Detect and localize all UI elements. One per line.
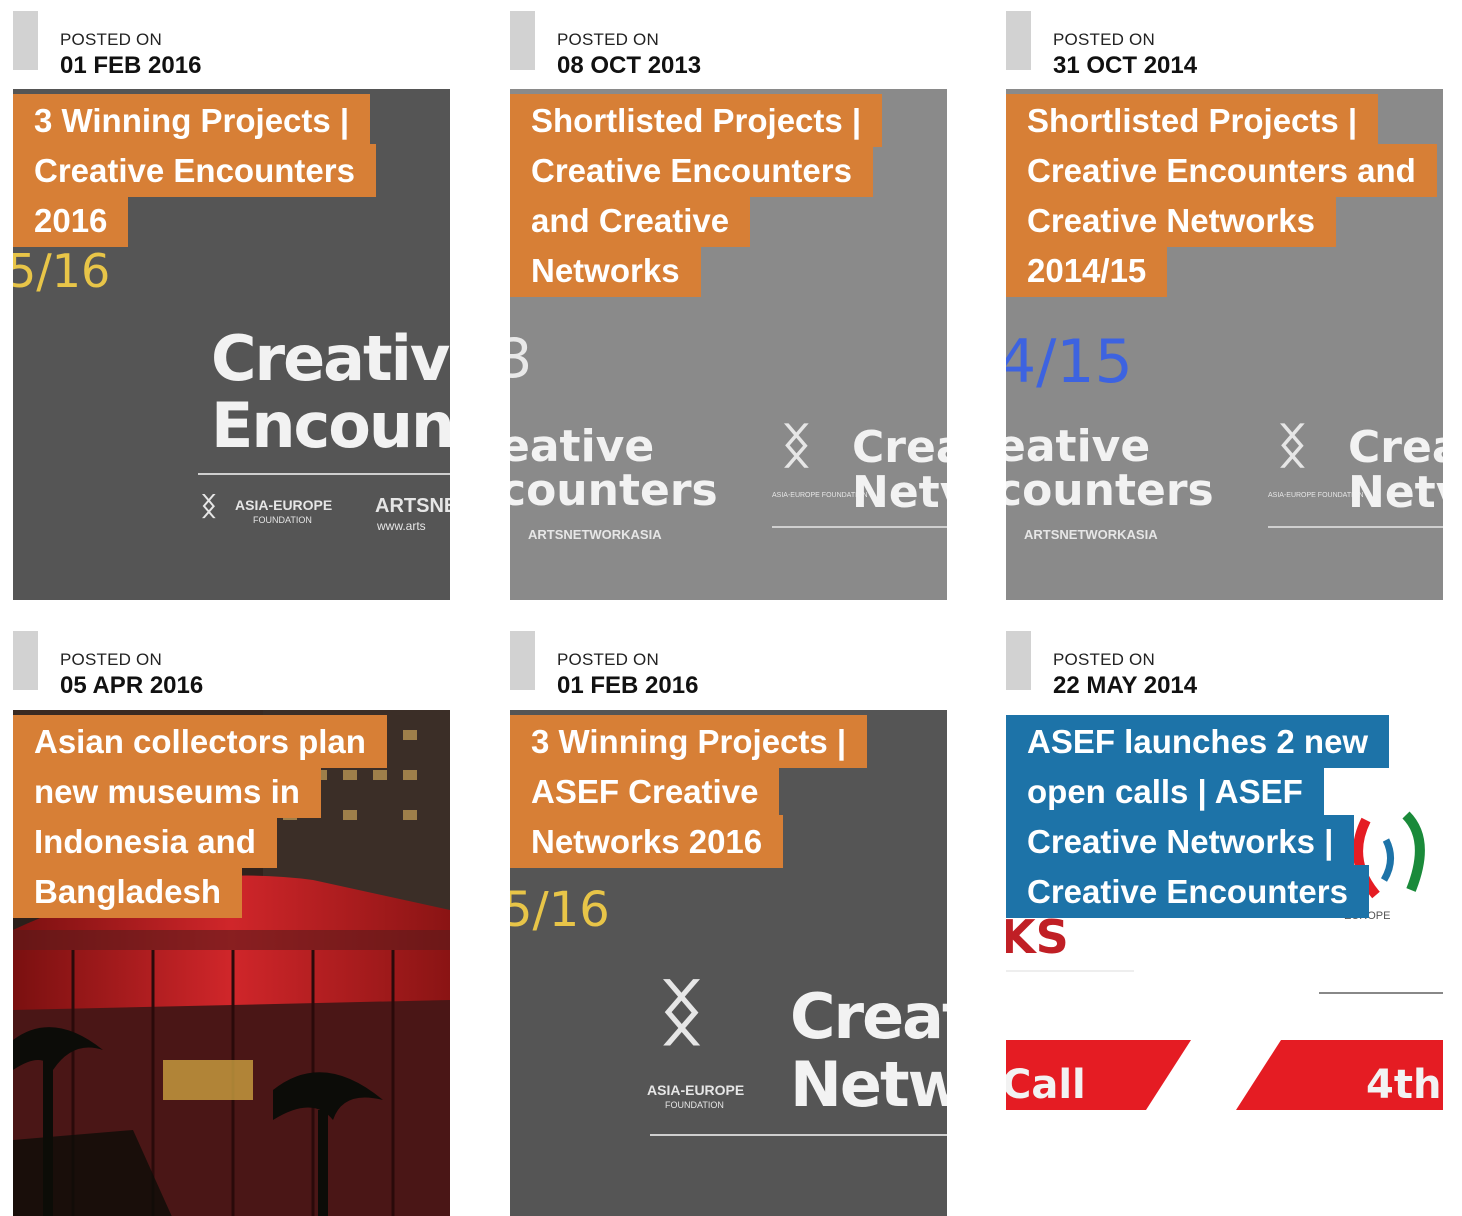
post-card[interactable]: POSTED ON 31 OCT 2014 4/15 eative counte… bbox=[1006, 11, 1443, 600]
art-year-fragment: 5/16 bbox=[510, 882, 610, 938]
posted-on-block: POSTED ON 05 APR 2016 bbox=[13, 631, 450, 699]
post-title-text[interactable]: 3 Winning Projects | Creative Encounters… bbox=[13, 94, 376, 247]
art-divider bbox=[1006, 970, 1134, 972]
posted-on-label: POSTED ON bbox=[557, 650, 659, 669]
art-title-line1: Creative bbox=[211, 322, 450, 395]
asef-logo-icon: ᛝ bbox=[782, 420, 811, 473]
posted-on-label: POSTED ON bbox=[60, 650, 162, 669]
posted-on-block: POSTED ON 01 FEB 2016 bbox=[13, 11, 450, 79]
post-thumbnail[interactable]: KS Call 4th EUROPE ASEF launches 2 new o… bbox=[1006, 710, 1443, 1216]
art-right-line2: Netv bbox=[1348, 467, 1443, 518]
posted-on-block: POSTED ON 31 OCT 2014 bbox=[1006, 11, 1443, 79]
date-accent-bar bbox=[510, 631, 535, 690]
post-title-text[interactable]: Asian collectors plan new museums in Ind… bbox=[13, 715, 387, 918]
art-fragment-call: Call bbox=[1006, 1062, 1086, 1108]
post-title[interactable]: ASEF launches 2 new open calls | ASEF Cr… bbox=[1006, 715, 1390, 918]
post-date: 22 MAY 2014 bbox=[1053, 672, 1198, 699]
art-title-line2: counters bbox=[510, 465, 718, 516]
art-right-line1: Crea bbox=[1348, 422, 1443, 473]
post-title[interactable]: 3 Winning Projects | ASEF Creative Netwo… bbox=[510, 715, 880, 868]
date-accent-bar bbox=[1006, 631, 1031, 690]
asef-logo-text: ASIA-EUROPE bbox=[647, 1082, 745, 1098]
posted-on-label: POSTED ON bbox=[557, 30, 659, 49]
art-year-fragment: 3 bbox=[510, 327, 533, 390]
art-divider bbox=[1319, 992, 1443, 994]
post-title[interactable]: 3 Winning Projects | Creative Encounters… bbox=[13, 94, 393, 247]
art-title-line1: Creat bbox=[790, 980, 947, 1053]
post-thumbnail[interactable]: 3 eative counters ARTSNETWORKASIA ᛝ ASIA… bbox=[510, 89, 947, 600]
partner-url: www.arts bbox=[377, 519, 426, 533]
date-accent-bar bbox=[13, 11, 38, 70]
art-fragment-4th: 4th bbox=[1366, 1062, 1442, 1108]
art-year-fragment: 4/15 bbox=[1006, 327, 1133, 397]
asef-logo-sub: FOUNDATION bbox=[665, 1100, 724, 1110]
post-title[interactable]: Shortlisted Projects | Creative Encounte… bbox=[1006, 94, 1437, 297]
post-thumbnail[interactable]: Asian collectors plan new museums in Ind… bbox=[13, 710, 450, 1216]
post-date: 01 FEB 2016 bbox=[60, 52, 202, 79]
post-title-text[interactable]: 3 Winning Projects | ASEF Creative Netwo… bbox=[510, 715, 868, 868]
asef-logo-icon: ᛝ bbox=[201, 491, 217, 521]
posted-on-label: POSTED ON bbox=[60, 30, 162, 49]
asef-logo-text: ASIA-EUROPE bbox=[235, 497, 333, 513]
asef-logo-icon: ᛝ bbox=[1278, 420, 1307, 473]
post-thumbnail[interactable]: 5/16 ᛝ ASIA-EUROPE FOUNDATION Creat Netw… bbox=[510, 710, 947, 1216]
posted-on-block: POSTED ON 22 MAY 2014 bbox=[1006, 631, 1443, 699]
post-card[interactable]: POSTED ON 01 FEB 2016 5/16 ᛝ ASIA-EUROPE… bbox=[510, 631, 947, 1216]
post-card[interactable]: POSTED ON 08 OCT 2013 3 eative counters … bbox=[510, 11, 947, 600]
post-title-text[interactable]: ASEF launches 2 new open calls | ASEF Cr… bbox=[1006, 715, 1390, 918]
post-title-text[interactable]: Shortlisted Projects | Creative Encounte… bbox=[510, 94, 883, 297]
post-thumbnail[interactable]: 4/15 eative counters ARTSNETWORKASIA ᛝ A… bbox=[1006, 89, 1443, 600]
art-divider bbox=[198, 473, 450, 475]
partner-logo-text: ARTSNE bbox=[375, 495, 450, 517]
art-title-line2: counters bbox=[1006, 465, 1214, 516]
post-title[interactable]: Asian collectors plan new museums in Ind… bbox=[13, 715, 393, 918]
date-accent-bar bbox=[13, 631, 38, 690]
partner-logo-text: ARTSNETWORKASIA bbox=[528, 527, 662, 542]
art-divider bbox=[772, 526, 947, 528]
art-title-line2: Encount bbox=[211, 389, 450, 462]
partner-logo-text: ARTSNETWORKASIA bbox=[1024, 527, 1158, 542]
art-divider bbox=[650, 1134, 947, 1136]
post-date: 31 OCT 2014 bbox=[1053, 52, 1198, 79]
art-year-fragment: 5/16 bbox=[13, 244, 111, 298]
post-card[interactable]: POSTED ON 22 MAY 2014 KS Call 4th EUROPE… bbox=[1006, 631, 1443, 1216]
art-fragment-top: KS bbox=[1006, 910, 1069, 964]
post-card[interactable]: POSTED ON 01 FEB 2016 5/16 Creative Enco… bbox=[13, 11, 450, 600]
art-divider bbox=[1268, 526, 1443, 528]
posted-on-block: POSTED ON 08 OCT 2013 bbox=[510, 11, 947, 79]
posted-on-block: POSTED ON 01 FEB 2016 bbox=[510, 631, 947, 699]
asef-logo-icon: ᛝ bbox=[660, 973, 704, 1053]
post-thumbnail[interactable]: 5/16 Creative Encount ᛝ ASIA-EUROPE FOUN… bbox=[13, 89, 450, 600]
date-accent-bar bbox=[510, 11, 535, 70]
art-right-line1: Crea bbox=[852, 422, 947, 473]
art-title-line2: Netw bbox=[790, 1048, 947, 1121]
posted-on-label: POSTED ON bbox=[1053, 30, 1155, 49]
post-title[interactable]: Shortlisted Projects | Creative Encounte… bbox=[510, 94, 890, 297]
asef-logo-sub: FOUNDATION bbox=[253, 515, 312, 525]
art-right-line2: Netv bbox=[852, 467, 947, 518]
post-card[interactable]: POSTED ON 05 APR 2016 Asian collectors p… bbox=[13, 631, 450, 1216]
posted-on-label: POSTED ON bbox=[1053, 650, 1155, 669]
post-date: 08 OCT 2013 bbox=[557, 52, 702, 79]
post-date: 05 APR 2016 bbox=[60, 672, 204, 699]
post-title-text[interactable]: Shortlisted Projects | Creative Encounte… bbox=[1006, 94, 1437, 297]
date-accent-bar bbox=[1006, 11, 1031, 70]
post-date: 01 FEB 2016 bbox=[557, 672, 699, 699]
